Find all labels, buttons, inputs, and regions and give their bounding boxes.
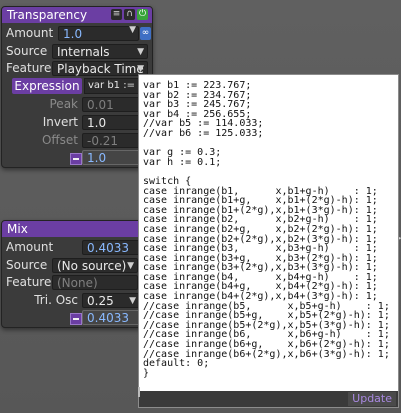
expression-button[interactable]: Expression [12, 78, 82, 94]
source-value: Internals [57, 45, 110, 59]
chevron-down-icon: ▼ [137, 47, 144, 57]
transparency-feature-row: Feature Playback Time ▼ [2, 60, 152, 77]
mix-source-select[interactable]: (No source) ▼ [52, 258, 138, 273]
transparency-expression-row: Expression var b1 := ... [2, 78, 152, 95]
chevron-down-icon: ▼ [129, 296, 136, 306]
transparency-title: Transparency [7, 8, 88, 22]
mix-amount-field[interactable]: 0.4033 [82, 240, 140, 255]
feature-value: Playback Time [57, 62, 144, 76]
transparency-titlebar[interactable]: Transparency ≡ ∩ ⏻ [2, 7, 152, 23]
peak-field: 0.01 [82, 97, 140, 112]
mix-amount-row: Amount 0.4033 [2, 239, 142, 256]
feature-select[interactable]: Playback Time ▼ [52, 61, 148, 76]
chevron-down-icon: ▼ [127, 261, 134, 271]
peak-label: Peak [49, 97, 79, 111]
mix-node: Mix Amount 0.4033 Source (No source) ▼ F… [1, 220, 143, 328]
mix-title: Mix [7, 222, 28, 236]
mix-titlebar[interactable]: Mix [2, 221, 142, 237]
output-field: 1.0 [82, 150, 140, 165]
power-icon[interactable]: ⏻ [137, 9, 148, 20]
amount-field[interactable]: 1.0 [58, 26, 139, 41]
mix-feature-label: Feature [6, 275, 52, 289]
transparency-source-row: Source Internals ▼ [2, 43, 152, 60]
transparency-offset-row: Offset -0.21 [2, 132, 152, 149]
mix-feature-value: (None) [57, 276, 98, 290]
osc-field[interactable]: 0.25 ▼ [82, 293, 140, 308]
source-label: Source [6, 44, 48, 58]
mix-source-value: (No source) [57, 259, 127, 273]
transparency-peak-row: Peak 0.01 [2, 96, 152, 113]
transparency-amount-row: Amount 1.0 ▼ ∞ [2, 25, 152, 42]
mix-feature-row: Feature (None) [2, 274, 142, 291]
expression-editor: var b1 := 223.767; var b2 := 234.767; va… [138, 74, 399, 408]
update-button[interactable]: Update [348, 392, 396, 406]
mix-source-row: Source (No source) ▼ [2, 257, 142, 274]
headphones-icon[interactable]: ∩ [124, 9, 135, 20]
code-editor[interactable]: var b1 := 223.767; var b2 := 234.767; va… [143, 80, 390, 378]
feature-label: Feature [6, 61, 52, 75]
amount-label: Amount [6, 26, 54, 40]
stack-icon[interactable]: ≡ [111, 9, 122, 20]
mix-amount-label: Amount [6, 240, 54, 254]
output-swatch-icon [70, 153, 82, 165]
source-select[interactable]: Internals ▼ [52, 44, 148, 59]
offset-field: -0.21 [82, 133, 140, 148]
editor-footer: Update [139, 391, 398, 407]
mix-source-label: Source [6, 258, 48, 272]
link-icon[interactable]: ∞ [140, 27, 151, 40]
osc-label: Tri. Osc [34, 293, 78, 307]
mix-osc-row: Tri. Osc 0.25 ▼ [2, 292, 142, 309]
expression-preview[interactable]: var b1 := ... [84, 78, 140, 94]
scroll-indicator[interactable] [138, 387, 140, 397]
mix-feature-select[interactable]: (None) [52, 275, 138, 290]
osc-value: 0.25 [87, 294, 114, 308]
transparency-output-row: 1.0 [2, 149, 152, 166]
output-swatch-icon [70, 313, 82, 325]
offset-label: Offset [41, 133, 78, 147]
invert-field[interactable]: 1.0 [82, 115, 140, 130]
invert-label: Invert [42, 115, 78, 129]
transparency-invert-row: Invert 1.0 [2, 114, 152, 131]
mix-output-field: 0.4033 [82, 310, 140, 325]
chevron-down-icon[interactable]: ▼ [129, 25, 136, 35]
transparency-node: Transparency ≡ ∩ ⏻ Amount 1.0 ▼ ∞ Source… [1, 6, 153, 168]
mix-output-row: 0.4033 [2, 309, 142, 326]
